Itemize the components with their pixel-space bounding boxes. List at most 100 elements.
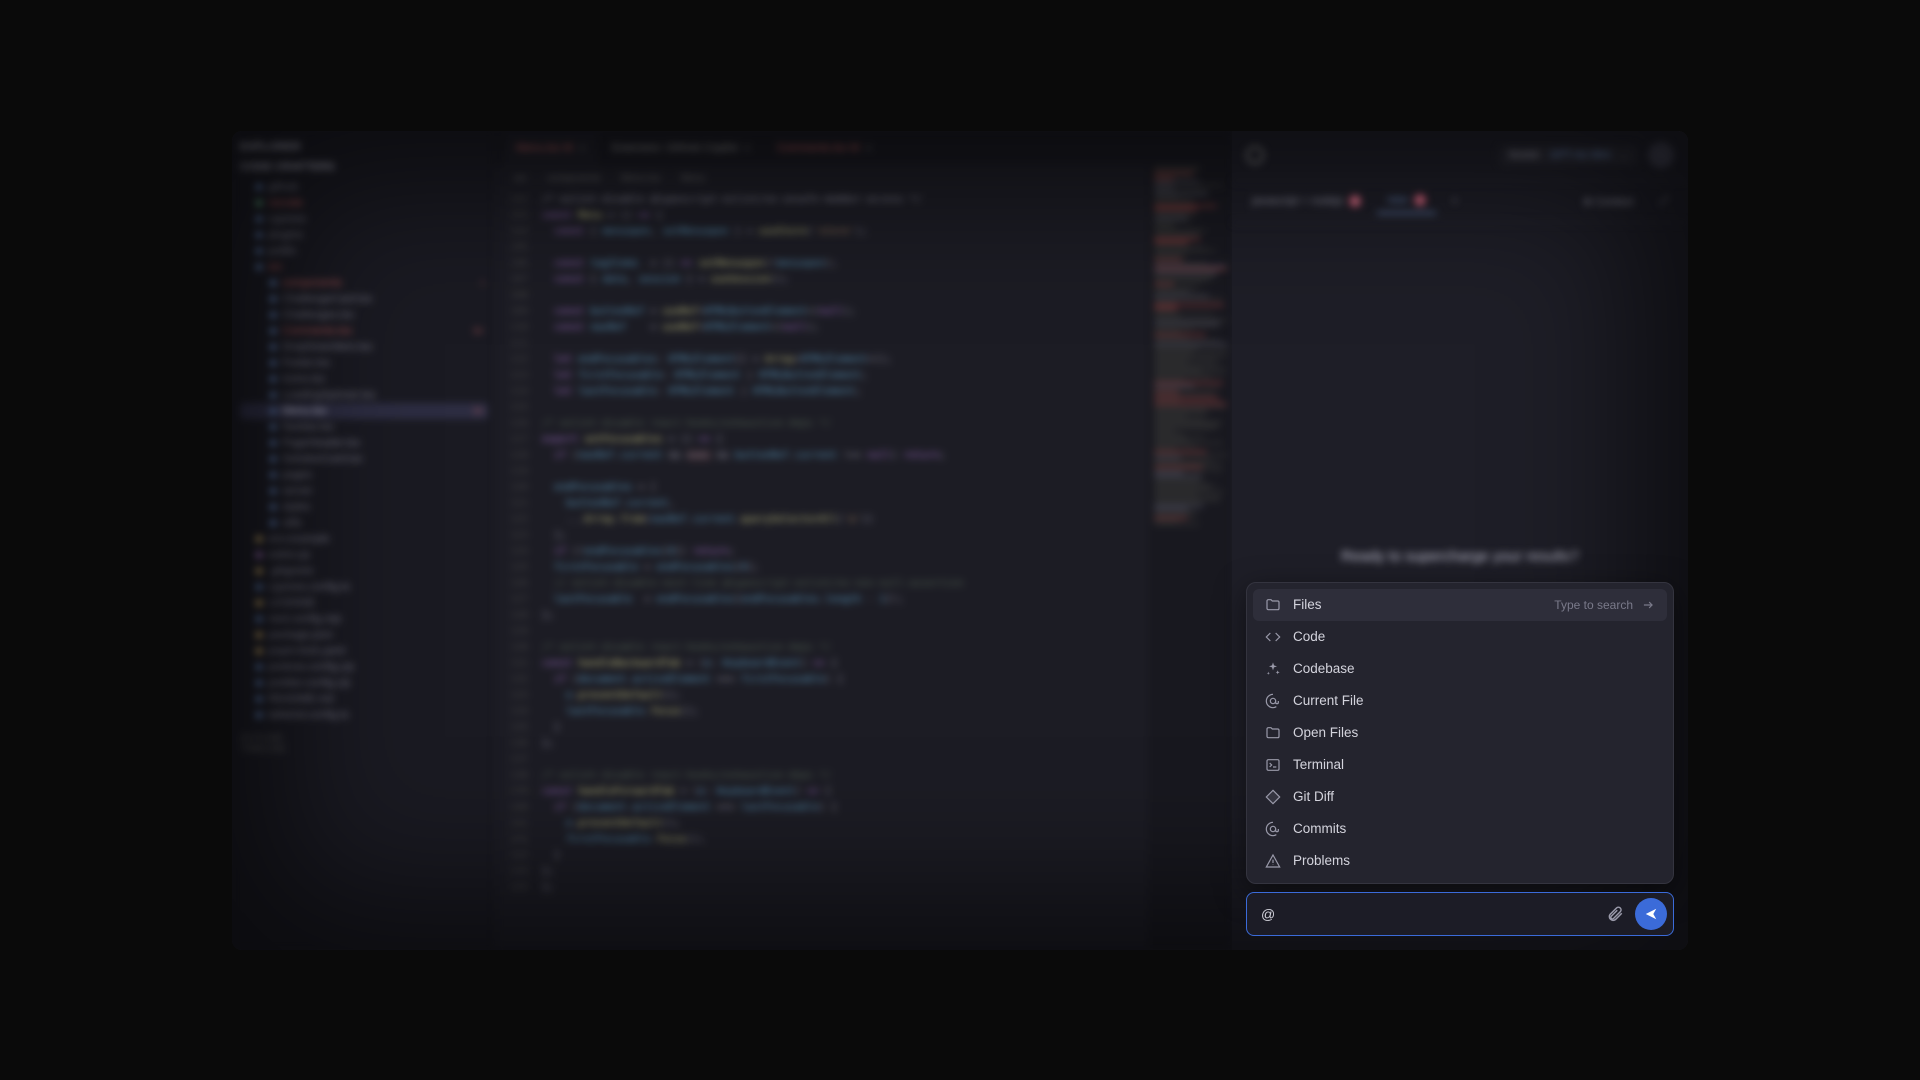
explorer-item[interactable]: PageHeader.tsx [240, 435, 488, 451]
breadcrumb-segment[interactable]: Menu [680, 173, 705, 184]
code-area: 102/* eslint-disable @typescript-eslint/… [496, 192, 1232, 896]
context-option-open-files[interactable]: Open Files [1253, 717, 1667, 749]
chat-title: Ready to supercharge your results? [1341, 548, 1579, 565]
editor-tabs: Menu.tsx M×Extension: GitHub Copilot×Com… [496, 131, 1232, 165]
explorer-item[interactable]: public [240, 243, 488, 259]
context-option-label: Git Diff [1293, 789, 1334, 804]
explorer-item[interactable]: DropDownItem.tsx [240, 339, 488, 355]
explorer-item[interactable]: plugins [240, 227, 488, 243]
explorer-item[interactable]: next.config.mjs [240, 611, 488, 627]
chat-input[interactable] [1261, 906, 1595, 922]
explorer-item[interactable]: utils [240, 515, 488, 531]
explorer-item[interactable]: package.json [240, 627, 488, 643]
explorer-item[interactable]: LoadingSpinner.tsx [240, 387, 488, 403]
warning-icon [1265, 853, 1281, 869]
explorer-item[interactable]: eslint.cjs [240, 547, 488, 563]
context-option-label: Terminal [1293, 757, 1344, 772]
context-option-label: Commits [1293, 821, 1346, 836]
model-label: Model: [1509, 149, 1542, 161]
context-option-terminal[interactable]: Terminal [1253, 749, 1667, 781]
folder-icon [1265, 597, 1281, 613]
explorer-item[interactable]: ChallengeCard.tsx [240, 291, 488, 307]
explorer-item[interactable]: Menu.tsx9+ [240, 403, 488, 419]
context-option-label: Code [1293, 629, 1325, 644]
context-option-codebase[interactable]: Codebase [1253, 653, 1667, 685]
close-icon[interactable]: × [865, 141, 872, 155]
at-icon [1265, 821, 1281, 837]
explorer-item[interactable]: Comments.tsx9+ [240, 323, 488, 339]
attach-button[interactable] [1605, 904, 1625, 924]
breadcrumb-segment[interactable]: Menu.tsx [621, 173, 662, 184]
visibility-icon [1246, 146, 1264, 164]
context-option-problems[interactable]: Problems [1253, 845, 1667, 877]
search-hint: Type to search [1554, 598, 1655, 612]
explorer-item[interactable]: postcss.config.cjs [240, 659, 488, 675]
outline-section: OUTLINE [240, 733, 488, 744]
context-option-label: Open Files [1293, 725, 1358, 740]
context-option-label: Current File [1293, 693, 1364, 708]
badge: 3 [1349, 195, 1361, 207]
close-icon[interactable]: × [744, 141, 751, 155]
avatar[interactable] [1648, 142, 1674, 168]
explorer-item[interactable]: components• [240, 275, 488, 291]
assistant-tab-new[interactable]: new 1 [1377, 188, 1435, 214]
explorer-item[interactable]: Footer.tsx [240, 355, 488, 371]
explorer-item[interactable]: pages [240, 467, 488, 483]
breadcrumb-segment[interactable]: components [547, 173, 601, 184]
explorer-item[interactable]: github [240, 179, 488, 195]
project-name: CODE CRAFTERS [240, 161, 488, 173]
explorer-title: EXPLORER [240, 141, 488, 153]
breadcrumb-segment[interactable]: src [514, 173, 527, 184]
explorer-item[interactable]: src [240, 259, 488, 275]
folder-icon [1265, 725, 1281, 741]
explorer-item[interactable]: server [240, 483, 488, 499]
minimap [1148, 165, 1232, 950]
explorer-item[interactable]: Navbar.tsx [240, 419, 488, 435]
explorer-item[interactable]: styles [240, 499, 488, 515]
explorer-item[interactable]: cypress [240, 211, 488, 227]
explorer-item[interactable]: SolutionCard.tsx [240, 451, 488, 467]
explorer-item[interactable]: pnpm-lock.yaml [240, 643, 488, 659]
expand-icon[interactable]: ⤢ [1649, 189, 1678, 214]
context-option-label: Files [1293, 597, 1322, 612]
explorer-item[interactable]: README.md [240, 691, 488, 707]
timeline-section: TIMELINE [240, 744, 488, 755]
explorer-item[interactable]: LICENSE [240, 595, 488, 611]
close-icon[interactable]: × [579, 141, 586, 155]
editor-pane: Menu.tsx M×Extension: GitHub Copilot×Com… [496, 131, 1232, 950]
context-picker-popup[interactable]: Files Type to search Code Codebase Current F… [1246, 582, 1674, 884]
explorer-item[interactable]: prettier.config.cjs [240, 675, 488, 691]
assistant-tabs[interactable]: javascript + nodejs 3 new 1 + ⊕ Context … [1232, 181, 1688, 223]
explorer-item[interactable]: vscode [240, 195, 488, 211]
context-button[interactable]: ⊕ Context [1573, 189, 1643, 214]
editor-tab[interactable]: Menu.tsx M× [504, 131, 598, 165]
explorer-item[interactable]: .gitignore [240, 563, 488, 579]
terminal-icon [1265, 757, 1281, 773]
model-selector[interactable]: Model: GPT-4o Mini ⌄ [1499, 145, 1638, 166]
editor-tab[interactable]: Extension: GitHub Copilot× [600, 131, 763, 165]
code-icon [1265, 629, 1281, 645]
explorer-sidebar: EXPLORER CODE CRAFTERS githubvscodecypre… [232, 131, 496, 950]
explorer-item[interactable]: Challenges.tsx [240, 307, 488, 323]
context-option-label: Problems [1293, 853, 1350, 868]
context-option-files[interactable]: Files Type to search [1253, 589, 1667, 621]
at-icon [1265, 693, 1281, 709]
badge: 1 [1414, 194, 1426, 206]
assistant-tab-js[interactable]: javascript + nodejs 3 [1242, 189, 1371, 213]
assistant-panel: Model: GPT-4o Mini ⌄ javascript + nodejs… [1232, 131, 1688, 950]
editor-tab[interactable]: Comments.tsx M× [765, 131, 885, 165]
context-option-commits[interactable]: Commits [1253, 813, 1667, 845]
diff-icon [1265, 789, 1281, 805]
explorer-item[interactable]: env.example [240, 531, 488, 547]
context-option-current-file[interactable]: Current File [1253, 685, 1667, 717]
assistant-header: Model: GPT-4o Mini ⌄ [1232, 131, 1688, 181]
explorer-item[interactable]: Icons.tsx [240, 371, 488, 387]
explorer-item[interactable]: cypress.config.ts [240, 579, 488, 595]
explorer-item[interactable]: tailwind.config.ts [240, 707, 488, 723]
context-option-git-diff[interactable]: Git Diff [1253, 781, 1667, 813]
add-tab-button[interactable]: + [1442, 189, 1468, 213]
model-name: GPT-4o Mini [1550, 149, 1611, 161]
chat-input-bar[interactable] [1246, 892, 1674, 936]
send-button[interactable] [1635, 898, 1667, 930]
context-option-code[interactable]: Code [1253, 621, 1667, 653]
